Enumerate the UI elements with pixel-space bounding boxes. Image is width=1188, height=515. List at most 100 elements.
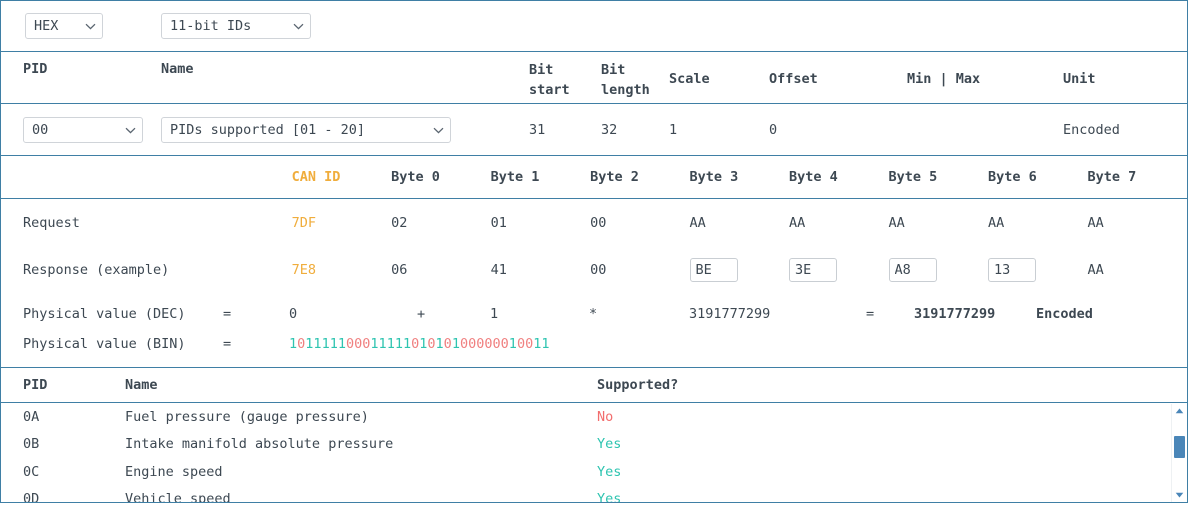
pid-name-select-value: PIDs supported [01 - 20]	[170, 121, 366, 138]
pid-list-row-pid: 0A	[23, 408, 40, 425]
pid-list-row[interactable]: 0C Engine speed Yes	[1, 458, 1187, 486]
physical-dec-scale: 1	[490, 306, 499, 322]
bit-one: 1	[451, 336, 460, 352]
pid-select-cell: 00	[1, 116, 161, 143]
bit-one: 1	[508, 336, 517, 352]
physical-bin-value: 10111110001111101010100000010011	[289, 336, 550, 352]
bit-zero: 0	[484, 336, 493, 352]
chevron-down-icon	[71, 20, 96, 32]
frame-col-header-byte6: Byte 6	[988, 169, 1037, 185]
frame-col-header-byte2: Byte 2	[590, 169, 639, 185]
response-byte4-input[interactable]	[789, 257, 838, 282]
pid-list-col-header-supported: Supported?	[597, 377, 679, 393]
can-frame-request-row: Request 7DF 02 01 00 AA AA AA AA AA	[1, 199, 1187, 246]
physical-dec-equals2: =	[866, 306, 875, 322]
pid-list-row[interactable]: 0A Fuel pressure (gauge pressure) No	[1, 403, 1187, 431]
pid-name-select-cell: PIDs supported [01 - 20]	[161, 116, 529, 143]
pid-select[interactable]: 00	[23, 116, 143, 143]
pid-list-row-pid: 0D	[23, 491, 40, 503]
bit-one: 1	[541, 336, 550, 352]
response-byte0: 06	[391, 261, 408, 278]
col-header-name: Name	[161, 61, 194, 77]
response-byte5-input[interactable]	[888, 257, 937, 282]
response-byte6-input[interactable]	[988, 257, 1036, 282]
can-frame-header: CAN ID Byte 0 Byte 1 Byte 2 Byte 3 Byte …	[1, 156, 1187, 199]
frame-col-header-byte7: Byte 7	[1087, 169, 1137, 185]
bit-one: 1	[435, 336, 444, 352]
bit-one: 1	[289, 336, 298, 352]
col-header-bit-length-line2: length	[601, 81, 650, 98]
pid-list-col-header-pid: PID	[23, 377, 48, 393]
pid-list-row-supported: Yes	[597, 436, 622, 453]
bit-one: 1	[337, 336, 346, 352]
bit-one: 1	[394, 336, 403, 352]
bit-one: 1	[378, 336, 387, 352]
pid-list-row-name: Vehicle speed	[125, 491, 231, 503]
pid-list-row[interactable]: 0D Vehicle speed Yes	[1, 486, 1187, 503]
pid-list-row-name: Fuel pressure (gauge pressure)	[125, 408, 369, 425]
physical-dec-plus: +	[417, 306, 426, 322]
response-byte3-cell	[689, 257, 789, 282]
signal-table-row: 00 PIDs supported [01 - 20] 31 32 1 0 En…	[0, 104, 1188, 156]
physical-value-bin-label: Physical value (BIN)	[23, 336, 186, 352]
physical-bin-equals: =	[223, 336, 232, 352]
frame-col-header-byte0: Byte 0	[391, 169, 440, 185]
chevron-down-icon	[279, 20, 304, 32]
chevron-down-icon	[111, 124, 136, 136]
bit-one: 1	[313, 336, 322, 352]
pid-list-scrollbar[interactable]	[1171, 404, 1186, 502]
bit-zero: 0	[500, 336, 509, 352]
pid-name-select[interactable]: PIDs supported [01 - 20]	[161, 116, 451, 143]
bit-zero: 0	[516, 336, 526, 352]
request-byte3: AA	[689, 214, 706, 231]
col-header-min-max: Min | Max	[907, 71, 981, 87]
bit-zero: 0	[525, 336, 534, 352]
frame-col-header-byte4: Byte 4	[789, 169, 838, 185]
frame-col-header-byte1: Byte 1	[490, 169, 540, 185]
bit-one: 1	[386, 336, 395, 352]
scroll-up-arrow-icon[interactable]	[1172, 405, 1186, 417]
pid-list-row-name: Engine speed	[125, 463, 223, 480]
number-format-value: HEX	[34, 18, 59, 34]
response-byte4-cell	[789, 257, 888, 282]
bit-zero: 0	[468, 336, 477, 352]
bit-one: 1	[329, 336, 338, 352]
response-byte7: AA	[1087, 261, 1104, 278]
scroll-down-arrow-icon[interactable]	[1172, 489, 1186, 501]
col-header-unit: Unit	[1063, 71, 1096, 87]
pid-list-row-pid: 0B	[23, 436, 40, 453]
physical-dec-raw: 3191777299	[689, 306, 771, 322]
id-type-select[interactable]: 11-bit IDs	[161, 13, 311, 39]
physical-value-section: Physical value (DEC) = 0 + 1 * 319177729…	[0, 293, 1188, 367]
number-format-select[interactable]: HEX	[25, 13, 103, 39]
response-byte3-input[interactable]	[689, 257, 738, 282]
scrollbar-thumb[interactable]	[1174, 436, 1185, 458]
pid-list-row[interactable]: 0B Intake manifold absolute pressure Yes	[1, 431, 1187, 459]
pid-list-row-supported: Yes	[597, 463, 622, 480]
physical-dec-equals: =	[223, 306, 232, 322]
physical-dec-result: 3191777299	[914, 306, 996, 322]
col-header-pid: PID	[23, 61, 48, 77]
cell-scale: 1	[669, 121, 678, 138]
frame-col-header-can-id: CAN ID	[291, 169, 341, 185]
pid-list-col-header-name: Name	[125, 377, 158, 393]
bit-one: 1	[370, 336, 379, 352]
request-label: Request	[23, 214, 80, 231]
obd-pid-decoder-app: HEX 11-bit IDs PID Name Bit start Bit le…	[0, 0, 1188, 515]
response-can-id: 7E8	[291, 261, 316, 278]
col-header-bit-start-line2: start	[529, 81, 570, 98]
request-byte5: AA	[888, 214, 905, 231]
col-header-bit-start-line1: Bit	[529, 62, 554, 78]
cell-offset: 0	[769, 121, 778, 138]
control-bar: HEX 11-bit IDs	[0, 0, 1188, 52]
bit-zero: 0	[492, 336, 501, 352]
chevron-down-icon	[419, 124, 444, 136]
pid-list-body[interactable]: 0A Fuel pressure (gauge pressure) No 0B Inta…	[1, 403, 1187, 503]
response-byte1: 41	[490, 261, 507, 278]
bit-zero: 0	[443, 336, 452, 352]
can-frame-table: CAN ID Byte 0 Byte 1 Byte 2 Byte 3 Byte …	[0, 156, 1188, 293]
response-byte5-cell	[888, 257, 988, 282]
id-type-value: 11-bit IDs	[170, 18, 252, 34]
request-byte7: AA	[1087, 214, 1104, 231]
frame-col-header-byte5: Byte 5	[888, 169, 938, 185]
